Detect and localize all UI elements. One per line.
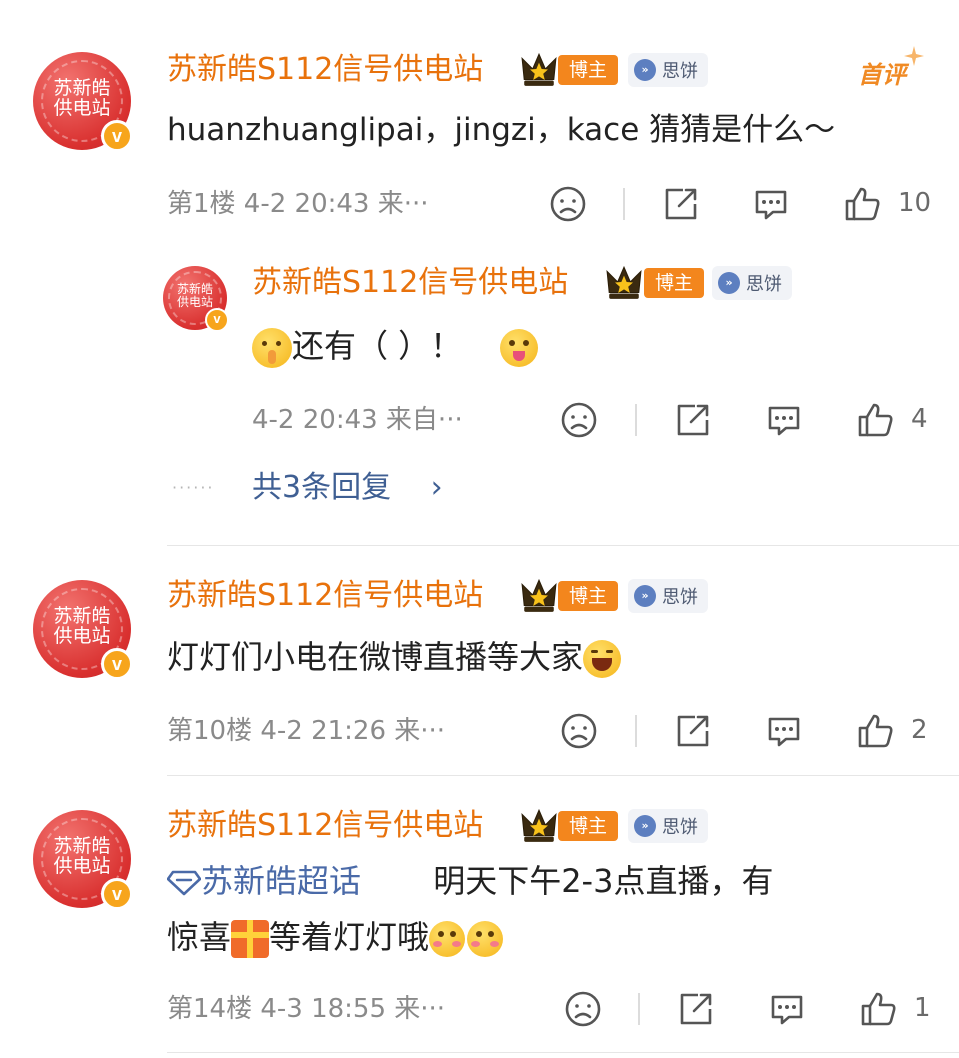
- avatar[interactable]: 苏新皓 供电站 v: [33, 580, 133, 680]
- dislike-icon[interactable]: [563, 989, 603, 1029]
- crown-icon: [521, 809, 557, 843]
- like-icon[interactable]: [855, 400, 895, 440]
- verified-icon: v: [101, 878, 133, 910]
- sparkle-icon: [904, 46, 924, 66]
- comment-text-body: 灯灯们小电在微博直播等大家: [167, 638, 584, 676]
- comment-icon[interactable]: [767, 989, 807, 1029]
- blogger-badge: 博主: [558, 811, 618, 841]
- reply-text-body: 还有（ ）！: [292, 327, 463, 365]
- fan-tag-label: 思饼: [662, 61, 698, 82]
- share-icon[interactable]: [673, 400, 713, 440]
- fan-tag-label: 思饼: [746, 274, 782, 295]
- verified-icon: v: [205, 308, 229, 332]
- avatar[interactable]: 苏新皓 供电站 v: [33, 52, 133, 152]
- avatar-text: 苏新皓 供电站: [53, 605, 111, 647]
- reply-meta: 4-2 20:43 来自···: [252, 405, 463, 435]
- dislike-icon[interactable]: [559, 711, 599, 751]
- like-count: 1: [914, 993, 931, 1023]
- share-icon[interactable]: [676, 989, 716, 1029]
- comment-text-line2: 惊喜 等着灯灯哦: [167, 914, 504, 960]
- like-count: 10: [898, 188, 932, 218]
- share-icon[interactable]: [673, 711, 713, 751]
- verified-icon: v: [101, 120, 133, 152]
- fan-tag[interactable]: » 思饼: [628, 809, 708, 843]
- super-topic-link[interactable]: 苏新皓超话: [166, 862, 371, 900]
- username[interactable]: 苏新皓S112信号供电站: [167, 806, 483, 846]
- username[interactable]: 苏新皓S112信号供电站: [167, 576, 483, 616]
- adoring-emoji: [467, 921, 504, 957]
- fan-tag[interactable]: » 思饼: [628, 579, 708, 613]
- fan-tag-icon: »: [718, 272, 740, 294]
- fan-tag[interactable]: » 思饼: [628, 53, 708, 87]
- avatar-text: 苏新皓 供电站: [176, 282, 213, 309]
- separator: [167, 545, 959, 546]
- laughing-emoji: [583, 640, 622, 678]
- divider: [638, 993, 640, 1025]
- blogger-badge: 博主: [558, 581, 618, 611]
- comment-meta: 第1楼 4-2 20:43 来···: [167, 189, 429, 219]
- crown-icon: [606, 266, 642, 300]
- separator: [167, 775, 959, 776]
- separator: [167, 1052, 959, 1053]
- fan-tag-label: 思饼: [662, 817, 698, 838]
- blogger-badge: 博主: [558, 55, 618, 85]
- comment-text: 灯灯们小电在微博直播等大家: [167, 634, 622, 680]
- comment-icon[interactable]: [764, 400, 804, 440]
- blogger-badge: 博主: [644, 268, 704, 298]
- shush-emoji: [252, 328, 292, 368]
- chevron-right-icon: ›: [430, 470, 443, 505]
- tongue-emoji: [500, 329, 539, 367]
- comment-text: 苏新皓超话 明天下午2-3点直播，有: [166, 858, 774, 904]
- comment-text-line2-a: 惊喜: [167, 918, 232, 956]
- super-topic-label: 苏新皓超话: [201, 862, 362, 900]
- divider: [635, 715, 637, 747]
- share-icon[interactable]: [661, 184, 701, 224]
- first-comment-label: 首评: [858, 61, 906, 89]
- fan-tag-icon: »: [634, 59, 656, 81]
- avatar[interactable]: 苏新皓 供电站 v: [33, 810, 133, 910]
- dislike-icon[interactable]: [548, 184, 588, 224]
- like-count: 2: [911, 715, 928, 745]
- verified-icon: v: [101, 648, 133, 680]
- fan-tag[interactable]: » 思饼: [712, 266, 792, 300]
- comment-icon[interactable]: [751, 184, 791, 224]
- comment-text-line1: 明天下午2-3点直播，有: [433, 862, 774, 900]
- fan-tag-label: 思饼: [662, 587, 698, 608]
- comment-meta: 第10楼 4-2 21:26 来···: [167, 716, 446, 746]
- adoring-emoji: [429, 921, 466, 957]
- gift-emoji: [231, 920, 270, 958]
- avatar-text: 苏新皓 供电站: [53, 77, 111, 119]
- view-more-replies[interactable]: 共3条回复 ›: [252, 468, 443, 508]
- reply-text: 还有（ ）！: [252, 322, 539, 370]
- fan-tag-icon: »: [634, 815, 656, 837]
- crown-icon: [521, 53, 557, 87]
- diamond-icon: [166, 870, 202, 896]
- comment-meta: 第14楼 4-3 18:55 来···: [167, 994, 446, 1024]
- avatar[interactable]: 苏新皓 供电站 v: [163, 266, 229, 332]
- comment-icon[interactable]: [764, 711, 804, 751]
- divider: [623, 188, 625, 220]
- avatar-text: 苏新皓 供电站: [53, 835, 111, 877]
- more-dots: ······: [172, 478, 215, 497]
- like-icon[interactable]: [858, 989, 898, 1029]
- username[interactable]: 苏新皓S112信号供电站: [252, 263, 568, 303]
- divider: [635, 404, 637, 436]
- like-count: 4: [911, 404, 928, 434]
- dislike-icon[interactable]: [559, 400, 599, 440]
- comment-text: huanzhuanglipai，jingzi，kace 猜猜是什么～: [167, 112, 836, 148]
- comment-text-line2-b: 等着灯灯哦: [269, 918, 430, 956]
- fan-tag-icon: »: [634, 585, 656, 607]
- like-icon[interactable]: [842, 184, 882, 224]
- username[interactable]: 苏新皓S112信号供电站: [167, 50, 483, 90]
- view-more-replies-label: 共3条回复: [252, 470, 392, 505]
- crown-icon: [521, 579, 557, 613]
- like-icon[interactable]: [855, 711, 895, 751]
